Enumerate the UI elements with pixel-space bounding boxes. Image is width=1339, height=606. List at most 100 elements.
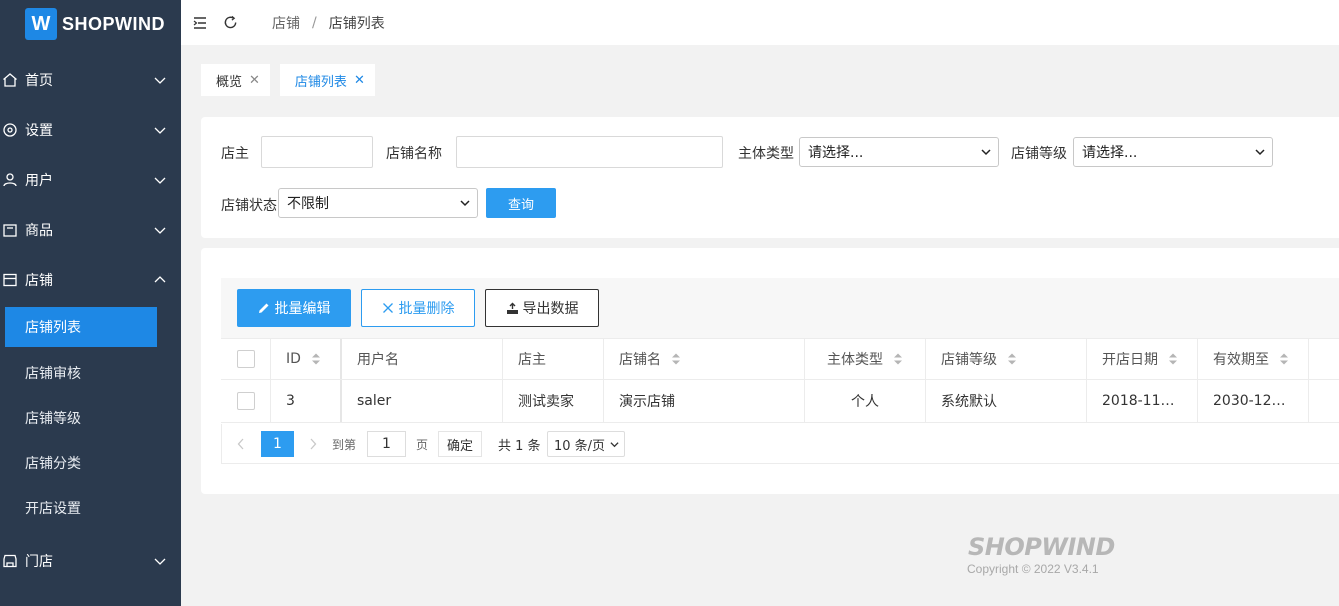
prev-page-icon[interactable] (237, 431, 245, 457)
chevron-down-icon (154, 77, 166, 84)
sort-icon[interactable] (1007, 352, 1017, 366)
tab-store-list[interactable]: 店铺列表 ✕ (279, 64, 375, 96)
sidebar-subitem-store-list[interactable]: 店铺列表 (5, 307, 157, 347)
sidebar-subitem-store-review[interactable]: 店铺审核 (0, 350, 181, 395)
goto-confirm-button[interactable]: 确定 (438, 431, 483, 457)
owner-input[interactable] (261, 136, 373, 168)
settings-icon (0, 120, 20, 140)
sidebar-item-users[interactable]: 用户 (0, 155, 181, 205)
next-page-icon[interactable] (309, 431, 317, 457)
sidebar-item-shop[interactable]: 门店 (0, 536, 181, 586)
home-icon (0, 70, 20, 90)
column-header-expire[interactable]: 有效期至 (1198, 339, 1309, 379)
store-icon (0, 270, 20, 290)
sort-icon[interactable] (311, 352, 321, 366)
batch-edit-button[interactable]: 批量编辑 (237, 289, 351, 327)
column-header-label: 有效期至 (1213, 352, 1269, 368)
sidebar-subitem-store-grade[interactable]: 店铺等级 (0, 395, 181, 440)
tab-label: 概览 (216, 74, 243, 90)
sort-icon[interactable] (1168, 352, 1178, 366)
goods-icon (0, 220, 20, 240)
row-checkbox-cell (221, 380, 271, 422)
goto-page-input[interactable]: 1 (367, 431, 406, 457)
cell-open-date: 2018-11… (1087, 380, 1198, 422)
button-label: 批量删除 (398, 301, 455, 317)
breadcrumb-current: 店铺列表 (328, 15, 385, 32)
top-header: 店铺 / 店铺列表 (181, 0, 1339, 45)
column-header-subject-type[interactable]: 主体类型 (805, 339, 926, 379)
menu-collapse-icon[interactable] (191, 14, 209, 32)
table-card: 批量编辑 批量删除 导出数据 ID 用户名 店主 店铺名 主体类型 店铺等级 开… (201, 248, 1339, 494)
goto-label: 到第 (332, 437, 357, 452)
sidebar-item-label: 设置 (25, 123, 53, 139)
tab-label: 店铺列表 (294, 74, 347, 90)
column-header-store-name[interactable]: 店铺名 (604, 339, 805, 379)
row-checkbox[interactable] (236, 392, 255, 410)
page-size-select[interactable]: 10 条/页 (547, 431, 625, 457)
column-header-label: 用户名 (357, 352, 399, 368)
shop-icon (0, 551, 20, 571)
cell-store-name: 演示店铺 (604, 380, 805, 422)
column-header-label: 主体类型 (827, 352, 883, 368)
select-all-checkbox[interactable] (236, 350, 255, 368)
column-header-open-date[interactable]: 开店日期 (1087, 339, 1198, 379)
column-header-label: 店主 (518, 352, 546, 368)
store-grade-select[interactable]: 请选择... (1073, 137, 1273, 167)
sidebar-item-label: 门店 (25, 554, 53, 570)
sidebar-item-goods[interactable]: 商品 (0, 205, 181, 255)
chevron-down-icon (1255, 149, 1265, 156)
sort-icon[interactable] (1279, 352, 1289, 366)
page-suffix: 页 (416, 437, 429, 452)
store-status-select[interactable]: 不限制 (278, 188, 478, 218)
breadcrumb-separator: / (312, 14, 317, 31)
close-icon[interactable]: ✕ (249, 73, 260, 88)
chevron-down-icon (610, 441, 619, 447)
cell-owner: 测试卖家 (503, 380, 604, 422)
table-header-row: ID 用户名 店主 店铺名 主体类型 店铺等级 开店日期 有效期至 (221, 338, 1339, 380)
column-header-label: 店铺等级 (941, 352, 997, 368)
sidebar-item-settings[interactable]: 设置 (0, 105, 181, 155)
page-number-current[interactable]: 1 (261, 431, 294, 457)
sidebar-item-store[interactable]: 店铺 (0, 255, 181, 305)
sidebar-subitem-open-settings[interactable]: 开店设置 (0, 485, 181, 530)
sidebar-item-label: 商品 (25, 223, 53, 239)
column-header-grade[interactable]: 店铺等级 (926, 339, 1087, 379)
store-table: ID 用户名 店主 店铺名 主体类型 店铺等级 开店日期 有效期至 3 sale… (221, 338, 1339, 423)
select-value: 不限制 (287, 196, 329, 212)
owner-label: 店主 (221, 146, 249, 162)
export-button[interactable]: 导出数据 (485, 289, 599, 327)
sort-icon[interactable] (893, 352, 903, 366)
sidebar-item-label: 用户 (25, 173, 53, 189)
store-submenu: 店铺列表 店铺审核 店铺等级 店铺分类 开店设置 (0, 307, 181, 530)
button-label: 批量编辑 (274, 301, 331, 317)
cell-grade: 系统默认 (926, 380, 1087, 422)
search-panel: 店主 店铺名称 主体类型 请选择... 店铺等级 请选择... 店铺状态 不限制… (201, 117, 1339, 238)
sidebar-menu: 首页 设置 用户 商品 店铺 店铺列表 店铺审核 店铺等级 店铺分类 开店设置 … (0, 55, 181, 586)
store-name-input[interactable] (456, 136, 723, 168)
sidebar-item-home[interactable]: 首页 (0, 55, 181, 105)
column-header-label: 店铺名 (619, 352, 661, 368)
breadcrumb-item[interactable]: 店铺 (272, 13, 300, 33)
select-value: 10 条/页 (554, 438, 606, 454)
sort-icon[interactable] (671, 352, 681, 366)
chevron-up-icon (154, 276, 166, 283)
subject-type-select[interactable]: 请选择... (799, 137, 999, 167)
query-button[interactable]: 查询 (486, 188, 556, 218)
chevron-down-icon (460, 200, 470, 207)
subject-type-label: 主体类型 (738, 146, 794, 162)
logo[interactable]: W SHOPWIND (0, 0, 181, 48)
column-header-label: 开店日期 (1102, 352, 1158, 368)
tab-overview[interactable]: 概览 ✕ (201, 64, 270, 96)
close-icon[interactable]: ✕ (354, 73, 365, 88)
select-value: 请选择... (808, 145, 864, 161)
close-icon (382, 302, 395, 315)
footer-copyright: Copyright © 2022 V3.4.1 (967, 562, 1099, 576)
table-row[interactable]: 3 saler 测试卖家 演示店铺 个人 系统默认 2018-11… 2030-… (221, 380, 1339, 423)
footer-logo: SHOPWIND (968, 533, 1115, 561)
sidebar-item-label: 店铺 (25, 273, 53, 289)
sidebar-subitem-store-category[interactable]: 店铺分类 (0, 440, 181, 485)
logo-text: SHOPWIND (62, 13, 165, 34)
batch-delete-button[interactable]: 批量删除 (361, 289, 475, 327)
refresh-icon[interactable] (221, 14, 239, 32)
column-header-id[interactable]: ID (271, 339, 342, 379)
